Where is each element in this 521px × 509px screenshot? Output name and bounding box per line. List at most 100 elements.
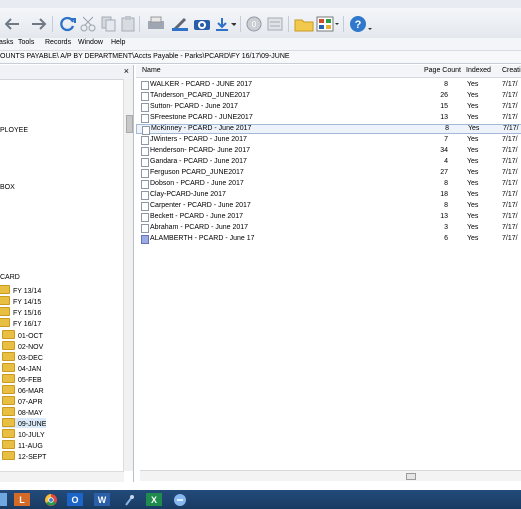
close-icon[interactable]: × xyxy=(124,67,129,76)
tree-fy-1415[interactable]: FY 14/15 xyxy=(0,296,41,306)
document-row[interactable]: Abraham - PCARD - June 2017 3 Yes 7/17/ xyxy=(136,223,521,233)
tree-month[interactable]: 06-MAR xyxy=(2,385,44,395)
column-page-count[interactable]: Page Count xyxy=(424,67,461,74)
menu-tools[interactable]: Tools xyxy=(18,39,34,46)
tree-partial-item[interactable]: BOX xyxy=(0,183,15,193)
tree-month[interactable]: 04-JAN xyxy=(2,363,41,373)
document-row[interactable]: TAnderson_PCARD_JUNE2017 26 Yes 7/17/ xyxy=(136,91,521,101)
tree-scroll-thumb[interactable] xyxy=(126,115,133,133)
svg-text:0: 0 xyxy=(252,20,257,29)
tree-month-selected[interactable]: 09-JUNE xyxy=(2,418,47,428)
menu-bar: asks Tools Records Window Help xyxy=(0,38,521,51)
column-created[interactable]: Creati xyxy=(502,67,521,74)
location-path: OUNTS PAYABLE\ A/P BY DEPARTMENT\Accts P… xyxy=(0,53,290,60)
print-icon[interactable] xyxy=(146,15,166,33)
folder-icon xyxy=(0,307,10,316)
zero-circle-icon[interactable]: 0 xyxy=(245,15,263,33)
help-icon[interactable]: ? xyxy=(349,15,373,33)
tree-month[interactable]: 03-DEC xyxy=(2,352,43,362)
tree-month[interactable]: 01-OCT xyxy=(2,330,43,340)
tree-month[interactable]: 08-MAY xyxy=(2,407,43,417)
windows-taskbar: L O W X xyxy=(0,490,521,509)
document-row[interactable]: WALKER - PCARD - JUNE 2017 8 Yes 7/17/ xyxy=(136,80,521,90)
copy-icon[interactable] xyxy=(100,15,117,33)
document-row[interactable]: Dobson - PCARD - June 2017 8 Yes 7/17/ xyxy=(136,179,521,189)
forward-icon[interactable] xyxy=(31,15,49,33)
folder-icon xyxy=(0,318,10,327)
scroll-thumb[interactable] xyxy=(406,473,416,480)
folder-icon xyxy=(2,385,15,394)
tree-month[interactable]: 05-FEB xyxy=(2,374,42,384)
tree-month[interactable]: 11-AUG xyxy=(2,440,43,450)
back-icon[interactable] xyxy=(5,15,23,33)
document-row[interactable]: Beckett - PCARD - June 2017 13 Yes 7/17/ xyxy=(136,212,521,222)
folder-icon xyxy=(2,429,15,438)
app-icon[interactable] xyxy=(172,493,188,506)
scan-icon[interactable] xyxy=(170,15,190,33)
tree-horizontal-scrollbar[interactable] xyxy=(0,471,124,482)
document-row[interactable]: Ferguson PCARD_JUNE2017 27 Yes 7/17/ xyxy=(136,168,521,178)
folder-icon xyxy=(2,363,15,372)
menu-help[interactable]: Help xyxy=(111,39,125,46)
tree-month[interactable]: 12-SEPT xyxy=(2,451,46,461)
tree-fy-1617[interactable]: FY 16/17 xyxy=(0,318,41,328)
word-icon[interactable]: W xyxy=(94,493,110,506)
document-icon xyxy=(141,114,149,123)
folder-tree-panel: × PLOYEE BOX CARD FY 13/14 FY 14/15 FY 1… xyxy=(0,65,134,482)
tree-vertical-scrollbar[interactable] xyxy=(123,79,133,471)
document-icon xyxy=(141,180,149,189)
paste-icon[interactable] xyxy=(120,15,137,33)
camera-icon[interactable] xyxy=(192,15,212,33)
outlook-icon[interactable]: O xyxy=(67,493,83,506)
scissors-icon[interactable] xyxy=(79,15,97,33)
chrome-icon[interactable] xyxy=(43,493,59,506)
column-indexed[interactable]: Indexed xyxy=(466,67,491,74)
document-icon xyxy=(141,103,149,112)
menu-records[interactable]: Records xyxy=(45,39,71,46)
document-row[interactable]: Carpenter - PCARD - June 2017 8 Yes 7/17/ xyxy=(136,201,521,211)
document-row[interactable]: JWinters - PCARD - June 2017 7 Yes 7/17/ xyxy=(136,135,521,145)
menu-tasks[interactable]: asks xyxy=(0,39,13,46)
form-icon[interactable] xyxy=(266,15,284,33)
refresh-icon[interactable] xyxy=(58,15,78,33)
document-row[interactable]: Sutton- PCARD - June 2017 15 Yes 7/17/ xyxy=(136,102,521,112)
tree-month[interactable]: 02-NOV xyxy=(2,341,43,351)
document-row-selected[interactable]: McKinney - PCARD - June 2017 8 Yes 7/17/ xyxy=(136,124,521,135)
folder-icon xyxy=(2,341,15,350)
download-icon[interactable] xyxy=(214,15,236,33)
column-name[interactable]: Name xyxy=(142,67,161,74)
document-icon xyxy=(141,81,149,90)
app-l-icon[interactable]: L xyxy=(14,493,30,506)
document-row[interactable]: SFreestone PCARD - JUNE2017 13 Yes 7/17/ xyxy=(136,113,521,123)
tree-month[interactable]: 07-APR xyxy=(2,396,43,406)
start-button[interactable] xyxy=(0,493,7,506)
folder-icon xyxy=(2,352,15,361)
excel-icon[interactable]: X xyxy=(146,493,162,506)
document-icon xyxy=(141,92,149,101)
folder-icon[interactable] xyxy=(294,15,314,33)
document-icon xyxy=(142,126,150,135)
tree-partial-item[interactable]: PLOYEE xyxy=(0,126,28,136)
tree-fy-1314[interactable]: FY 13/14 xyxy=(0,285,41,295)
folder-icon xyxy=(0,285,10,294)
folder-icon xyxy=(0,296,10,305)
tool-icon[interactable] xyxy=(121,493,137,506)
document-row[interactable]: Clay-PCARD-June 2017 18 Yes 7/17/ xyxy=(136,190,521,200)
view-grid-icon[interactable] xyxy=(316,15,340,33)
tree-partial-item[interactable]: CARD xyxy=(0,273,20,283)
document-icon xyxy=(141,191,149,200)
toolbar: 0 ? xyxy=(0,8,521,39)
menu-window[interactable]: Window xyxy=(78,39,103,46)
document-icon xyxy=(141,202,149,211)
document-icon xyxy=(141,147,149,156)
tree-month[interactable]: 10-JULY xyxy=(2,429,45,439)
window-top-strip xyxy=(0,0,521,8)
tree-fy-1516[interactable]: FY 15/16 xyxy=(0,307,41,317)
documents-horizontal-scrollbar[interactable] xyxy=(140,470,521,481)
list-column-headers: Name Page Count Indexed Creati xyxy=(136,65,521,78)
tree-panel-header: × xyxy=(0,65,133,80)
document-row[interactable]: Gandara - PCARD - June 2017 4 Yes 7/17/ xyxy=(136,157,521,167)
document-row[interactable]: Henderson- PCARD- June 2017 34 Yes 7/17/ xyxy=(136,146,521,156)
location-path-bar: OUNTS PAYABLE\ A/P BY DEPARTMENT\Accts P… xyxy=(0,51,521,64)
document-row[interactable]: ALAMBERTH - PCARD - June 17 6 Yes 7/17/ xyxy=(136,234,521,244)
